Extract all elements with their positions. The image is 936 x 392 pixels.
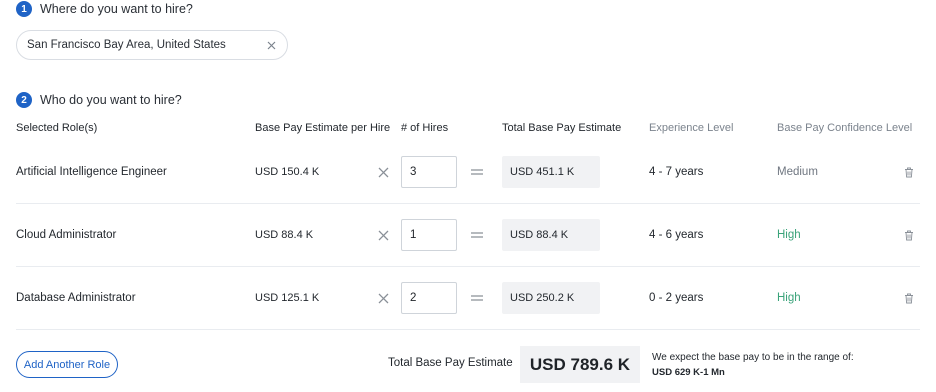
step-2-badge: 2	[16, 92, 32, 108]
column-header-base-pay: Base Pay Estimate per Hire	[255, 122, 391, 134]
hires-input[interactable]	[401, 282, 457, 314]
base-pay-value: USD 125.1 K	[255, 292, 320, 304]
location-chip-label: San Francisco Bay Area, United States	[27, 39, 226, 51]
step-1-header: 1 Where do you want to hire?	[16, 1, 193, 17]
column-header-confidence: Base Pay Confidence Level	[777, 122, 913, 134]
multiply-icon	[378, 204, 389, 266]
column-header-total: Total Base Pay Estimate	[502, 122, 622, 134]
step-1-title: Where do you want to hire?	[40, 2, 193, 16]
row-total-value: USD 250.2 K	[502, 282, 600, 314]
hires-input[interactable]	[401, 219, 457, 251]
confidence-value: Medium	[777, 166, 818, 178]
base-pay-value: USD 88.4 K	[255, 229, 314, 241]
base-pay-value: USD 150.4 K	[255, 166, 320, 178]
role-name: Cloud Administrator	[16, 229, 117, 241]
trash-icon[interactable]	[904, 267, 914, 329]
confidence-value: High	[777, 292, 801, 304]
table-row: Cloud Administrator USD 88.4 K USD 88.4 …	[16, 204, 920, 267]
confidence-value: High	[777, 229, 801, 241]
column-header-hires: # of Hires	[401, 122, 449, 134]
row-total-value: USD 88.4 K	[502, 219, 600, 251]
row-total-value: USD 451.1 K	[502, 156, 600, 188]
close-icon[interactable]	[265, 39, 277, 51]
add-another-role-button[interactable]: Add Another Role	[16, 351, 118, 378]
equals-icon	[471, 141, 483, 203]
grand-total-label: Total Base Pay Estimate	[388, 357, 513, 369]
role-name: Artificial Intelligence Engineer	[16, 166, 167, 178]
table-row: Database Administrator USD 125.1 K USD 2…	[16, 267, 920, 330]
range-note: We expect the base pay to be in the rang…	[652, 350, 854, 380]
experience-value: 4 - 6 years	[649, 229, 704, 241]
column-header-experience: Experience Level	[649, 122, 734, 134]
table-row: Artificial Intelligence Engineer USD 150…	[16, 141, 920, 204]
step-2-header: 2 Who do you want to hire?	[16, 92, 182, 108]
experience-value: 0 - 2 years	[649, 292, 704, 304]
role-name: Database Administrator	[16, 292, 136, 304]
range-note-value: USD 629 K-1 Mn	[652, 367, 725, 378]
range-note-text: We expect the base pay to be in the rang…	[652, 352, 854, 363]
step-2-title: Who do you want to hire?	[40, 93, 182, 107]
equals-icon	[471, 267, 483, 329]
column-header-role: Selected Role(s)	[16, 122, 98, 134]
experience-value: 4 - 7 years	[649, 166, 704, 178]
equals-icon	[471, 204, 483, 266]
trash-icon[interactable]	[904, 204, 914, 266]
step-1-badge: 1	[16, 1, 32, 17]
hires-input[interactable]	[401, 156, 457, 188]
location-chip[interactable]: San Francisco Bay Area, United States	[16, 30, 288, 60]
grand-total-value: USD 789.6 K	[520, 346, 640, 383]
trash-icon[interactable]	[904, 141, 914, 203]
multiply-icon	[378, 267, 389, 329]
multiply-icon	[378, 141, 389, 203]
